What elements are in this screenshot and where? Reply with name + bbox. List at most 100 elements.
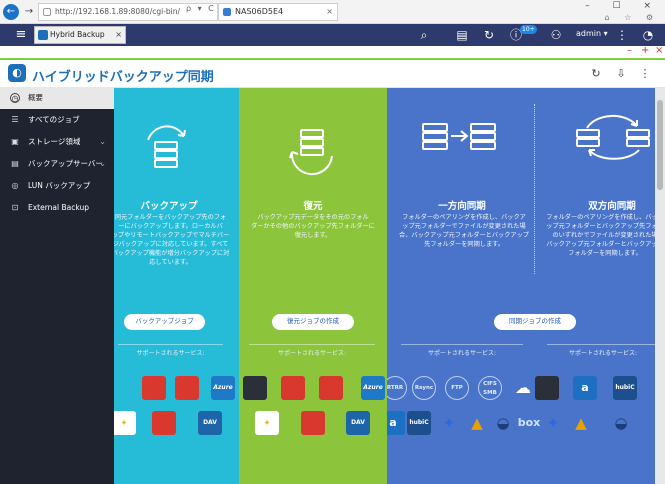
amazon-s3-logo-icon xyxy=(142,376,166,400)
browser-chrome: ← → http://192.168.1.89:8080/cgi-bin/ ρ … xyxy=(0,0,665,24)
amazon-drive-logo-icon: a xyxy=(573,376,597,400)
rtrr-logo-icon: RTRR xyxy=(387,376,407,400)
dashboard-icon[interactable]: ◔ xyxy=(640,27,656,43)
sidebar-item-label: LUN バックアップ xyxy=(28,181,91,190)
qts-top-bar: ≡ Hybrid Backup Sync... × ⌕ ▤ ↻ ⓘ 10+ ⚇ … xyxy=(0,24,665,55)
page-title: ハイブリッドバックアップ同期 xyxy=(32,70,214,85)
server-icon: ▤ xyxy=(11,159,19,168)
sync-status-icon[interactable]: ↻ xyxy=(481,27,497,43)
backup-job-button[interactable]: バックアップジョブ xyxy=(124,314,205,330)
browser-right-icons[interactable]: ⌂ ☆ ⚙ xyxy=(604,13,659,22)
two-way-supported-services-label: サポートされるサービス: xyxy=(547,344,659,357)
tasks-icon[interactable]: ▤ xyxy=(454,27,470,43)
webdav-logo-icon: DAV xyxy=(198,411,222,435)
create-sync-job-button[interactable]: 同期ジョブの作成 xyxy=(494,314,576,330)
storage-icon: ▣ xyxy=(11,137,19,146)
onedrive-logo-icon: ☁ xyxy=(515,378,531,397)
restore-supported-services-label: サポートされるサービス: xyxy=(249,344,375,357)
minimize-icon[interactable]: – xyxy=(627,45,632,56)
amazon-glacier-logo-icon xyxy=(319,376,343,400)
notification-badge: 10+ xyxy=(520,25,537,34)
sidebar-item-overview[interactable]: ◷ 概要 xyxy=(0,87,114,109)
address-text: http://192.168.1.89:8080/cgi-bin/ xyxy=(55,7,181,16)
restore-panel: 復元 バックアップ元データをその元のフォル ダーかその他のバックアップ先フォルダ… xyxy=(239,88,387,484)
two-way-sync-title: 双方向同期 xyxy=(588,201,636,212)
page-icon xyxy=(43,8,51,16)
google-cloud-logo-icon: ◈ xyxy=(255,411,279,435)
sidebar: ◷ 概要 ☰ すべてのジョブ ▣ ストレージ領域 ⌄ ▤ バックアップサーバー … xyxy=(0,87,114,484)
box-logo-icon: box xyxy=(517,416,541,429)
forward-arrow-icon[interactable]: → xyxy=(21,4,37,20)
hybrid-backup-logo-icon: ◐ xyxy=(8,64,26,82)
add-icon[interactable]: + xyxy=(641,45,649,56)
nas-logo-icon xyxy=(243,376,267,400)
amazon-drive-logo-icon: a xyxy=(387,411,405,435)
restore-server-icon xyxy=(289,129,333,176)
yandex-disk-logo-icon: ◒ xyxy=(614,414,628,432)
export-icon[interactable]: ⇩ xyxy=(614,67,628,81)
google-drive-logo-icon: ▲ xyxy=(575,414,587,432)
search-icon[interactable]: ⌕ xyxy=(416,27,432,43)
sidebar-item-label: ストレージ領域 xyxy=(28,137,81,146)
backup-panel: バックアップ 同元フォルダーをバックアップ先のフォ ーにバックアップします。ロー… xyxy=(114,88,239,484)
refresh-icon[interactable]: ↻ xyxy=(589,67,603,81)
create-restore-job-button[interactable]: 復元ジョブの作成 xyxy=(272,314,354,330)
tab-close-icon[interactable]: × xyxy=(326,4,333,20)
backup-title: バックアップ xyxy=(140,201,198,212)
webdav-logo-icon: DAV xyxy=(346,411,370,435)
back-arrow-icon[interactable]: ← xyxy=(3,4,19,20)
sidebar-item-external-backup[interactable]: ⊡ External Backup xyxy=(0,197,114,219)
sidebar-item-label: 概要 xyxy=(28,93,43,102)
user-menu[interactable]: admin ▾ xyxy=(576,29,608,38)
browser-tab[interactable]: NAS06D5E4 × xyxy=(218,3,338,21)
user-icon[interactable]: ⚇ xyxy=(548,27,564,43)
ftp-logo-icon: FTP xyxy=(445,376,469,400)
azure-logo-icon: Azure xyxy=(361,376,385,400)
window-controls[interactable]: – ☐ × xyxy=(585,1,661,11)
tab-title: NAS06D5E4 xyxy=(235,7,284,16)
sidebar-item-backup-server[interactable]: ▤ バックアップサーバー ⌄ xyxy=(0,153,114,175)
yandex-disk-logo-icon: ◒ xyxy=(496,414,510,432)
chevron-down-icon[interactable]: ⌄ xyxy=(99,131,106,153)
one-way-sync-description: フォルダーのペアリングを作成し、バックア ップ元フォルダーでファイルが変更された… xyxy=(399,214,529,248)
overview-icon: ◷ xyxy=(10,93,20,103)
sidebar-item-all-jobs[interactable]: ☰ すべてのジョブ xyxy=(0,109,114,131)
scrollbar-thumb[interactable] xyxy=(657,100,663,190)
restore-title: 復元 xyxy=(303,201,323,212)
amazon-glacier-logo-icon xyxy=(175,376,199,400)
address-controls[interactable]: ρ ▾ C xyxy=(186,4,216,13)
two-way-sync-icon xyxy=(576,114,650,160)
google-cloud-logo-icon: ◈ xyxy=(114,411,136,435)
sidebar-item-storage-space[interactable]: ▣ ストレージ領域 ⌄ xyxy=(0,131,114,153)
more-icon[interactable]: ⋮ xyxy=(614,27,630,43)
window-sub-toolbar: – + × xyxy=(0,45,665,58)
sidebar-item-label: External Backup xyxy=(28,203,89,212)
sidebar-item-label: すべてのジョブ xyxy=(28,115,80,124)
cifs-smb-logo-icon: CIFS SMB xyxy=(478,376,502,400)
restore-description: バックアップ元データをその元のフォル ダーかその他のバックアップ先フォルダーに … xyxy=(251,214,375,239)
backup-supported-services-label: サポートされるサービス: xyxy=(118,344,223,357)
app-tab-close-icon[interactable]: × xyxy=(115,27,122,43)
backup-description: 同元フォルダーをバックアップ先のフォ ーにバックアップします。ローカルバ ップや… xyxy=(114,214,230,266)
more-options-icon[interactable]: ⋮ xyxy=(638,67,652,81)
hubic-logo-icon: hubiC xyxy=(613,376,637,400)
app-tab-hybrid-backup-sync[interactable]: Hybrid Backup Sync... × xyxy=(34,26,126,55)
openstack-logo-icon xyxy=(152,411,176,435)
amazon-s3-logo-icon xyxy=(281,376,305,400)
lun-icon: ◎ xyxy=(11,181,19,190)
one-way-sync-title: 一方向同期 xyxy=(438,201,486,212)
app-header: ◐ ハイブリッドバックアップ同期 ↻ ⇩ ⋮ xyxy=(0,60,665,88)
tab-favicon-icon xyxy=(223,8,231,16)
chevron-down-icon[interactable]: ⌄ xyxy=(99,153,106,175)
two-way-sync-description: フォルダーのペアリングを作成し、バック ップ元フォルダーとバックアップ先フォル … xyxy=(546,214,664,257)
main-menu-icon[interactable]: ≡ xyxy=(13,27,29,43)
sidebar-item-lun-backup[interactable]: ◎ LUN バックアップ xyxy=(0,175,114,197)
app-tab-icon xyxy=(38,30,48,40)
close-icon[interactable]: × xyxy=(655,45,663,56)
sync-panel: 一方向同期 フォルダーのペアリングを作成し、バックア ップ元フォルダーでファイル… xyxy=(387,88,665,484)
list-icon: ☰ xyxy=(11,115,19,124)
sync-divider xyxy=(534,104,535,274)
google-drive-logo-icon: ▲ xyxy=(471,414,483,432)
external-drive-icon: ⊡ xyxy=(11,203,19,212)
dropbox-logo-icon: ✦ xyxy=(442,414,456,432)
